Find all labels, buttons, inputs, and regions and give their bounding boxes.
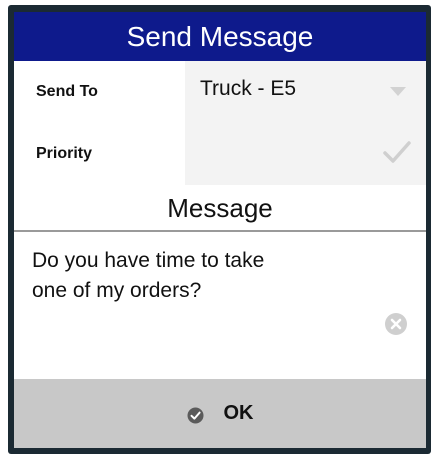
chevron-down-icon[interactable] bbox=[390, 87, 406, 96]
send-to-value: Truck - E5 bbox=[200, 77, 297, 100]
priority-label: Priority bbox=[14, 123, 185, 185]
clear-icon[interactable] bbox=[384, 312, 408, 336]
dialog-title: Send Message bbox=[14, 12, 426, 61]
message-textarea[interactable]: Do you have time to take one of my order… bbox=[14, 230, 426, 379]
check-circle-icon bbox=[187, 407, 203, 424]
priority-field[interactable] bbox=[185, 123, 426, 185]
send-to-select[interactable]: Truck - E5 bbox=[185, 61, 426, 123]
send-message-dialog: Send Message Send To Truck - E5 Priority… bbox=[14, 12, 426, 448]
ok-button[interactable]: OK bbox=[14, 379, 426, 448]
message-header: Message bbox=[14, 186, 426, 230]
ok-label: OK bbox=[223, 402, 254, 424]
send-to-row[interactable]: Send To Truck - E5 bbox=[14, 61, 426, 123]
message-header-text: Message bbox=[167, 192, 273, 223]
message-text: Do you have time to take one of my order… bbox=[32, 249, 265, 302]
dialog-title-text: Send Message bbox=[126, 20, 314, 52]
checkmark-icon[interactable] bbox=[382, 139, 412, 165]
priority-row[interactable]: Priority bbox=[14, 123, 426, 185]
send-to-label: Send To bbox=[14, 61, 185, 123]
